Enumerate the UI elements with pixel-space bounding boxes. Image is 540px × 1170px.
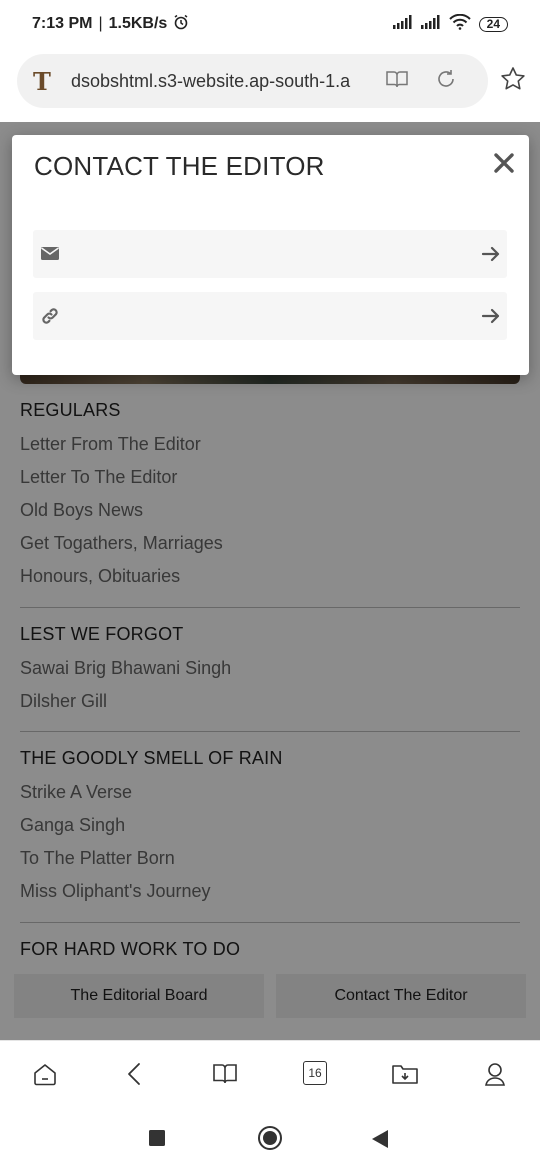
arrow-right-icon[interactable] (481, 244, 501, 269)
contact-editor-modal: CONTACT THE EDITOR (12, 135, 529, 375)
signal-icon-2 (420, 14, 441, 34)
back-triangle-icon[interactable] (372, 1130, 388, 1153)
close-icon[interactable] (492, 151, 516, 175)
modal-title: CONTACT THE EDITOR (34, 151, 325, 181)
wifi-icon (448, 13, 471, 35)
link-contact-row[interactable] (33, 292, 507, 340)
reader-mode-icon[interactable] (385, 69, 409, 94)
status-net-speed: 1.5KB/s (108, 15, 168, 32)
reload-icon[interactable] (435, 68, 457, 95)
tabs-count-button[interactable]: 16 (303, 1061, 327, 1085)
bookmarks-book-icon[interactable] (212, 1061, 238, 1092)
envelope-icon (40, 244, 60, 267)
downloads-folder-icon[interactable] (391, 1061, 419, 1092)
link-icon (40, 306, 60, 331)
system-navigation-bar (0, 1106, 540, 1170)
status-time: 7:13 PM (32, 15, 93, 32)
profile-icon[interactable] (482, 1061, 508, 1092)
arrow-right-icon[interactable] (481, 306, 501, 331)
recent-apps-icon[interactable] (149, 1130, 165, 1151)
screen: 7:13 PM | 1.5KB/s 24 T dsobshtml.s3-webs… (0, 0, 540, 1170)
site-favicon: T (33, 66, 51, 96)
address-bar-row: T dsobshtml.s3-website.ap-south-1.a (0, 48, 540, 122)
email-contact-row[interactable] (33, 230, 507, 278)
status-right: 24 (392, 13, 508, 35)
browser-toolbar: 16 (0, 1040, 540, 1106)
url-text[interactable]: dsobshtml.s3-website.ap-south-1.a (71, 71, 371, 92)
address-bar[interactable]: T dsobshtml.s3-website.ap-south-1.a (17, 54, 488, 108)
signal-icon-1 (392, 14, 413, 34)
home-circle-icon[interactable] (257, 1125, 283, 1156)
home-icon[interactable] (32, 1061, 58, 1092)
status-separator: | (98, 15, 103, 32)
status-left: 7:13 PM | 1.5KB/s (32, 14, 189, 35)
status-bar: 7:13 PM | 1.5KB/s 24 (0, 0, 540, 48)
bookmark-star-icon[interactable] (500, 66, 526, 97)
back-icon[interactable] (122, 1061, 148, 1092)
battery-indicator: 24 (478, 16, 508, 32)
alarm-icon (173, 14, 189, 35)
